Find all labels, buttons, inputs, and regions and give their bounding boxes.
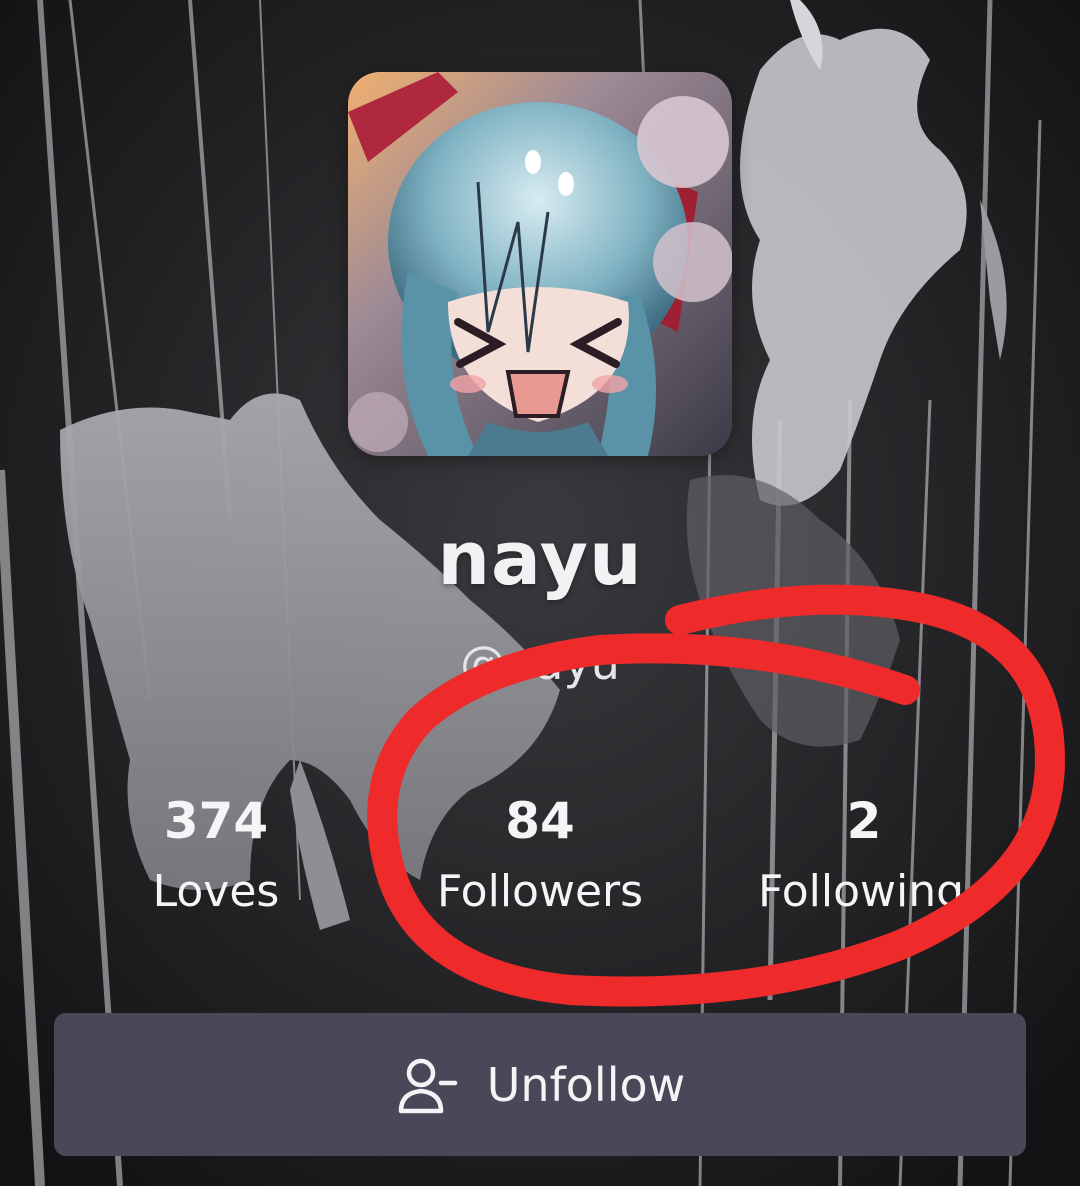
- stat-followers-label: Followers: [436, 866, 644, 917]
- unfollow-button[interactable]: Unfollow: [54, 1013, 1026, 1156]
- profile-display-name: nayu: [437, 516, 643, 602]
- stat-following-label: Following: [758, 866, 965, 917]
- stat-loves: 374 Loves: [66, 790, 366, 922]
- stat-followers[interactable]: 84 Followers: [390, 790, 690, 922]
- profile-avatar[interactable]: [348, 72, 732, 456]
- avatar-image: [348, 72, 732, 456]
- profile-screen: nayu @nayu 374 Loves 84 Followers 2 Foll…: [0, 0, 1080, 1186]
- stat-loves-label: Loves: [152, 866, 280, 917]
- unfollow-button-label: Unfollow: [486, 1057, 686, 1112]
- stat-followers-count: 84: [505, 792, 575, 850]
- stat-loves-count: 374: [163, 792, 269, 850]
- profile-handle: @nayu: [460, 636, 620, 690]
- user-minus-icon: [395, 1053, 459, 1117]
- stat-following[interactable]: 2 Following: [714, 790, 1014, 922]
- stat-following-count: 2: [846, 792, 882, 850]
